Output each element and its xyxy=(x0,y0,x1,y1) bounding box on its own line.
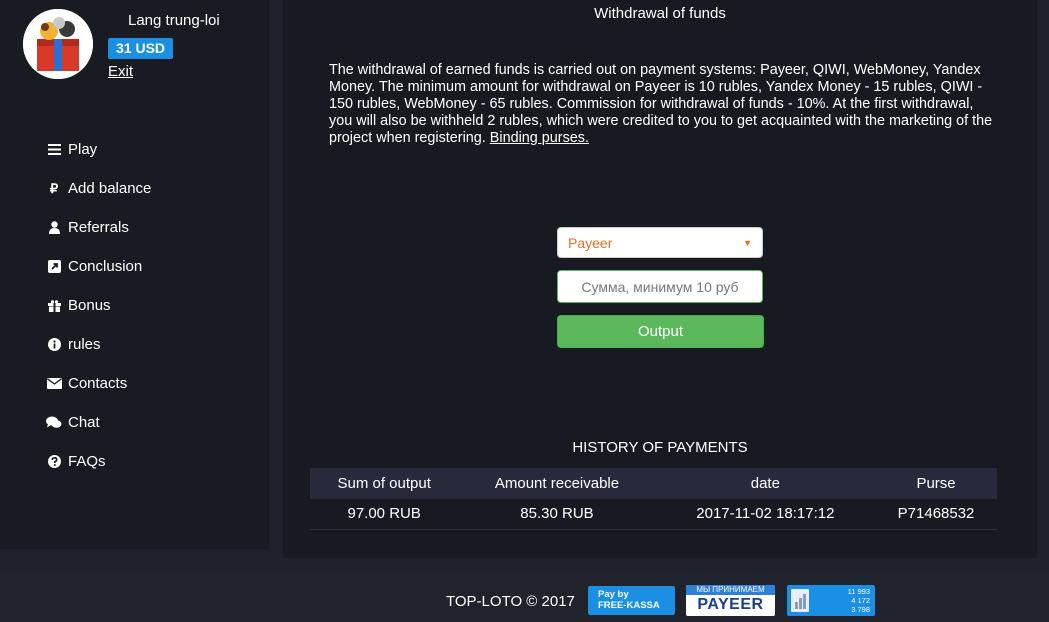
table-cell: 97.00 RUB xyxy=(310,499,459,530)
sidebar-item-label: Bonus xyxy=(68,297,111,314)
username: Lang trung-loi xyxy=(128,12,220,29)
avatar[interactable] xyxy=(23,9,93,79)
balance-badge: 31 USD xyxy=(108,38,174,59)
sidebar-item-add-balance[interactable]: ₽ Add balance xyxy=(46,169,152,208)
freekassa-badge[interactable]: Pay by FREE-KASSA xyxy=(588,586,675,615)
table-cell: P71468532 xyxy=(875,499,997,530)
table-cell: 2017-11-02 18:17:12 xyxy=(655,499,876,530)
sidebar: Lang trung-loi 31 USD Exit Play ₽ Add ba… xyxy=(0,0,269,549)
counter-visitors: 3 798 xyxy=(851,605,870,614)
sidebar-item-play[interactable]: Play xyxy=(46,130,151,169)
bar-chart-icon xyxy=(791,589,809,612)
amount-input[interactable] xyxy=(557,270,763,303)
sidebar-item-bonus[interactable]: Bonus xyxy=(46,286,151,325)
table-header-row: Sum of output Amount receivable date Pur… xyxy=(310,468,997,499)
column-header: Sum of output xyxy=(310,468,459,499)
sidebar-item-label: Chat xyxy=(68,414,100,431)
counter-views: 11 993 xyxy=(847,587,870,596)
column-header: Purse xyxy=(875,468,997,499)
sidebar-item-chat[interactable]: Chat xyxy=(46,403,151,442)
info-icon xyxy=(46,338,62,351)
output-button[interactable]: Output xyxy=(557,315,764,348)
footer: TOP-LOTO © 2017 Pay by FREE-KASSA МЫ ПРИ… xyxy=(0,572,1049,622)
external-link-icon xyxy=(46,260,62,273)
withdrawal-info: The withdrawal of earned funds is carrie… xyxy=(329,62,997,147)
sidebar-item-label: FAQs xyxy=(68,453,106,470)
gift-icon xyxy=(46,299,62,312)
binding-purses-link[interactable]: Binding purses. xyxy=(490,130,589,146)
payeer-badge-caption: МЫ ПРИНИМАЕМ xyxy=(686,585,775,595)
table-row: 97.00 RUB 85.30 RUB 2017-11-02 18:17:12 … xyxy=(310,499,997,530)
column-header: Amount receivable xyxy=(458,468,656,499)
chat-icon xyxy=(46,416,62,429)
sidebar-nav: Play ₽ Add balance Referrals Conclusion … xyxy=(46,130,151,481)
table-cell: 85.30 RUB xyxy=(458,499,656,530)
freekassa-line1: Pay by xyxy=(598,589,629,600)
exit-link[interactable]: Exit xyxy=(108,63,133,80)
payment-system-select[interactable]: Payeer ▼ xyxy=(557,227,763,258)
payment-system-value: Payeer xyxy=(568,234,613,251)
avatar-image xyxy=(23,9,93,79)
column-header: date xyxy=(655,468,876,499)
history-title: HISTORY OF PAYMENTS xyxy=(572,439,748,456)
sidebar-item-label: Contacts xyxy=(68,375,128,392)
freekassa-line2: FREE-KASSA xyxy=(598,600,660,611)
counter-visits: 4 172 xyxy=(851,596,870,605)
withdrawal-info-text: The withdrawal of earned funds is carrie… xyxy=(329,62,993,146)
copyright: TOP-LOTO © 2017 xyxy=(446,593,575,610)
payment-history-table: Sum of output Amount receivable date Pur… xyxy=(310,468,997,530)
sidebar-item-label: Referrals xyxy=(68,219,129,236)
sidebar-item-rules[interactable]: rules xyxy=(46,325,151,364)
envelope-icon xyxy=(46,378,62,389)
sidebar-item-label: Conclusion xyxy=(68,258,143,275)
list-icon xyxy=(46,144,62,155)
sidebar-item-conclusion[interactable]: Conclusion xyxy=(46,247,151,286)
sidebar-item-label: Play xyxy=(68,141,98,158)
sidebar-item-referrals[interactable]: Referrals xyxy=(46,208,151,247)
sidebar-item-contacts[interactable]: Contacts xyxy=(46,364,151,403)
question-icon xyxy=(46,455,62,468)
sidebar-item-faqs[interactable]: FAQs xyxy=(46,442,151,481)
page-title: Withdrawal of funds xyxy=(594,5,726,22)
visitor-counter-badge[interactable]: 11 993 4 172 3 798 xyxy=(787,585,875,616)
user-icon xyxy=(46,221,62,234)
payeer-badge-name: PAYEER xyxy=(697,596,764,613)
main-panel: Withdrawal of funds The withdrawal of ea… xyxy=(283,0,1037,558)
caret-down-icon: ▼ xyxy=(743,237,752,248)
ruble-icon: ₽ xyxy=(49,180,59,196)
sidebar-item-label: rules xyxy=(68,336,101,353)
counter-values: 11 993 4 172 3 798 xyxy=(848,587,870,614)
sidebar-item-label: Add balance xyxy=(68,180,152,197)
payeer-badge[interactable]: МЫ ПРИНИМАЕМ PAYEER xyxy=(686,585,775,616)
